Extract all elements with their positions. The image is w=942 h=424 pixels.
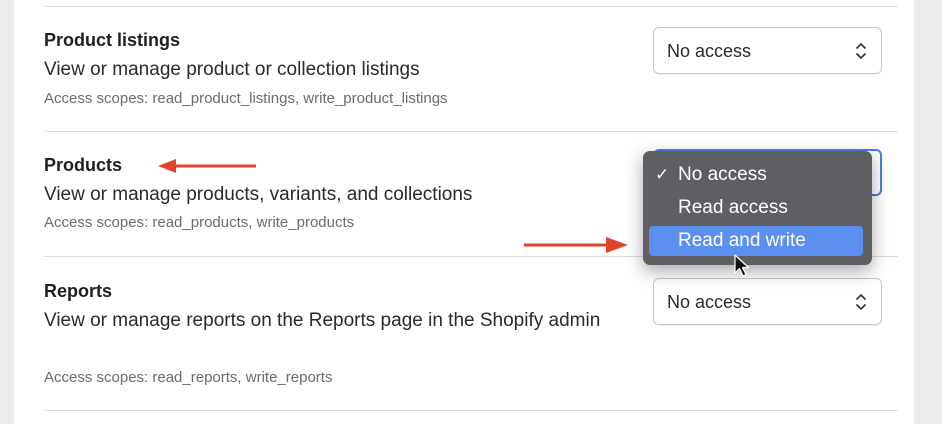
menu-item-label: Read and write (678, 230, 806, 251)
reports-access-select[interactable]: No access (653, 278, 882, 325)
menu-item-label: Read access (678, 197, 788, 218)
mouse-pointer-icon (734, 254, 750, 277)
divider (44, 6, 898, 7)
section-title-product-listings: Product listings (44, 30, 181, 50)
select-chevron-icon (856, 43, 866, 59)
product-listings-access-select[interactable]: No access (653, 27, 882, 74)
select-chevron-icon (856, 294, 866, 310)
section-description-reports: View or manage reports on the Reports pa… (44, 310, 601, 331)
section-description-products: View or manage products, variants, and c… (44, 184, 473, 205)
section-scopes-product-listings: Access scopes: read_product_listings, wr… (44, 90, 448, 107)
menu-item-read-access[interactable]: Read access (649, 193, 863, 223)
annotation-arrow-icon (524, 237, 628, 253)
products-access-dropdown-menu: ✓ No access Read access Read and write (643, 151, 872, 265)
menu-item-label: No access (678, 164, 767, 185)
divider (44, 410, 898, 411)
annotation-arrow-icon (158, 159, 256, 173)
section-description-product-listings: View or manage product or collection lis… (44, 59, 420, 80)
menu-item-read-and-write[interactable]: Read and write (649, 226, 863, 256)
checkmark-icon: ✓ (655, 165, 670, 184)
select-value: No access (667, 41, 752, 61)
section-title-reports: Reports (44, 281, 113, 301)
divider (44, 131, 898, 132)
select-value: No access (667, 292, 752, 312)
section-scopes-reports: Access scopes: read_reports, write_repor… (44, 369, 333, 386)
section-title-products: Products (44, 155, 123, 175)
section-scopes-products: Access scopes: read_products, write_prod… (44, 214, 355, 231)
menu-item-no-access[interactable]: ✓ No access (649, 160, 863, 190)
